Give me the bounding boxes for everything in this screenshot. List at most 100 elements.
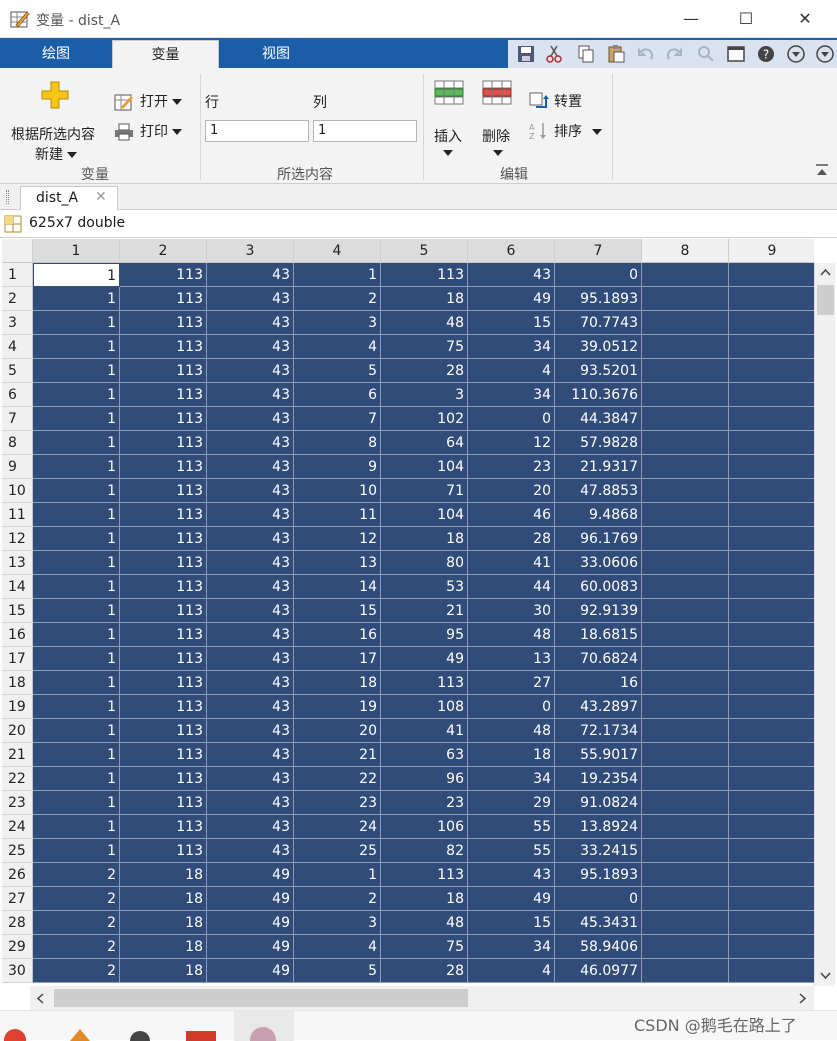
- table-cell[interactable]: 1: [33, 575, 120, 599]
- table-cell[interactable]: 75: [381, 335, 468, 359]
- table-cell[interactable]: 49: [207, 911, 294, 935]
- table-cell[interactable]: 3: [381, 383, 468, 407]
- table-cell[interactable]: 110.3676: [555, 383, 642, 407]
- table-cell[interactable]: 1: [33, 311, 120, 335]
- table-cell[interactable]: 1: [294, 263, 381, 287]
- row-header[interactable]: 14: [2, 575, 33, 599]
- table-cell[interactable]: 1: [33, 743, 120, 767]
- table-cell[interactable]: [642, 815, 729, 839]
- table-cell[interactable]: [642, 599, 729, 623]
- table-cell[interactable]: 113: [120, 623, 207, 647]
- table-cell[interactable]: [642, 263, 729, 287]
- table-cell[interactable]: 13.8924: [555, 815, 642, 839]
- row-header[interactable]: 17: [2, 647, 33, 671]
- table-cell[interactable]: 13: [468, 647, 555, 671]
- table-cell[interactable]: 113: [120, 407, 207, 431]
- table-cell[interactable]: 29: [468, 791, 555, 815]
- table-cell[interactable]: 43: [207, 311, 294, 335]
- table-cell[interactable]: 12: [294, 527, 381, 551]
- expand-icon[interactable]: [815, 44, 835, 64]
- table-cell[interactable]: 113: [120, 287, 207, 311]
- column-header-9[interactable]: 9: [729, 239, 814, 263]
- horizontal-scrollbar[interactable]: [30, 986, 814, 1010]
- table-cell[interactable]: 34: [468, 383, 555, 407]
- corner-cell[interactable]: [2, 239, 33, 263]
- row-header[interactable]: 20: [2, 719, 33, 743]
- row-header[interactable]: 13: [2, 551, 33, 575]
- table-cell[interactable]: 2: [33, 959, 120, 983]
- table-cell[interactable]: 18: [120, 935, 207, 959]
- table-cell[interactable]: 6: [294, 383, 381, 407]
- table-cell[interactable]: [642, 671, 729, 695]
- table-cell[interactable]: [642, 503, 729, 527]
- table-cell[interactable]: 41: [381, 719, 468, 743]
- row-header[interactable]: 11: [2, 503, 33, 527]
- row-header[interactable]: 16: [2, 623, 33, 647]
- transpose-button[interactable]: 转置: [528, 90, 598, 112]
- table-cell[interactable]: 95.1893: [555, 863, 642, 887]
- table-cell[interactable]: 49: [468, 887, 555, 911]
- table-cell[interactable]: [729, 599, 814, 623]
- table-cell[interactable]: 113: [120, 383, 207, 407]
- column-header-2[interactable]: 2: [120, 239, 207, 263]
- table-cell[interactable]: [642, 551, 729, 575]
- table-cell[interactable]: 1: [33, 431, 120, 455]
- table-cell[interactable]: 34: [468, 767, 555, 791]
- table-cell[interactable]: [642, 623, 729, 647]
- table-cell[interactable]: 113: [120, 263, 207, 287]
- table-cell[interactable]: 113: [120, 575, 207, 599]
- table-cell[interactable]: 18: [120, 911, 207, 935]
- table-cell[interactable]: 21: [381, 599, 468, 623]
- scroll-up-icon[interactable]: [820, 268, 831, 277]
- column-header-1[interactable]: 1: [33, 239, 120, 263]
- table-cell[interactable]: 1: [33, 791, 120, 815]
- row-header[interactable]: 5: [2, 359, 33, 383]
- table-cell[interactable]: 13: [294, 551, 381, 575]
- row-header[interactable]: 27: [2, 887, 33, 911]
- table-cell[interactable]: [642, 287, 729, 311]
- table-cell[interactable]: 113: [120, 647, 207, 671]
- table-cell[interactable]: 1: [33, 671, 120, 695]
- table-cell[interactable]: 1: [33, 335, 120, 359]
- row-header[interactable]: 8: [2, 431, 33, 455]
- table-cell[interactable]: 15: [468, 311, 555, 335]
- table-cell[interactable]: 113: [120, 311, 207, 335]
- table-cell[interactable]: 1: [33, 599, 120, 623]
- scroll-down-icon[interactable]: [820, 971, 831, 980]
- column-header-5[interactable]: 5: [381, 239, 468, 263]
- table-cell[interactable]: 43: [207, 743, 294, 767]
- table-cell[interactable]: [729, 551, 814, 575]
- table-cell[interactable]: [729, 263, 814, 287]
- table-cell[interactable]: 43: [207, 407, 294, 431]
- table-cell[interactable]: 9: [294, 455, 381, 479]
- table-cell[interactable]: 1: [33, 647, 120, 671]
- table-cell[interactable]: 43: [207, 695, 294, 719]
- table-cell[interactable]: 2: [33, 911, 120, 935]
- table-cell[interactable]: 70.7743: [555, 311, 642, 335]
- table-cell[interactable]: [642, 455, 729, 479]
- maximize-button[interactable]: ☐: [731, 6, 761, 32]
- table-cell[interactable]: 46: [468, 503, 555, 527]
- scroll-left-icon[interactable]: [36, 993, 45, 1004]
- row-header[interactable]: 21: [2, 743, 33, 767]
- table-cell[interactable]: 18.6815: [555, 623, 642, 647]
- table-cell[interactable]: 43: [207, 431, 294, 455]
- table-cell[interactable]: [642, 791, 729, 815]
- table-cell[interactable]: 72.1734: [555, 719, 642, 743]
- table-cell[interactable]: [729, 671, 814, 695]
- table-cell[interactable]: 47.8853: [555, 479, 642, 503]
- table-cell[interactable]: 25: [294, 839, 381, 863]
- table-cell[interactable]: 21: [294, 743, 381, 767]
- table-cell[interactable]: 28: [468, 527, 555, 551]
- table-cell[interactable]: 4: [468, 959, 555, 983]
- table-cell[interactable]: [642, 575, 729, 599]
- table-cell[interactable]: 45.3431: [555, 911, 642, 935]
- table-cell[interactable]: [642, 311, 729, 335]
- table-cell[interactable]: 39.0512: [555, 335, 642, 359]
- table-cell[interactable]: 55.9017: [555, 743, 642, 767]
- row-header[interactable]: 18: [2, 671, 33, 695]
- collapse-ribbon-icon[interactable]: [814, 162, 830, 178]
- table-cell[interactable]: 18: [468, 743, 555, 767]
- table-cell[interactable]: 113: [120, 455, 207, 479]
- table-cell[interactable]: 49: [468, 287, 555, 311]
